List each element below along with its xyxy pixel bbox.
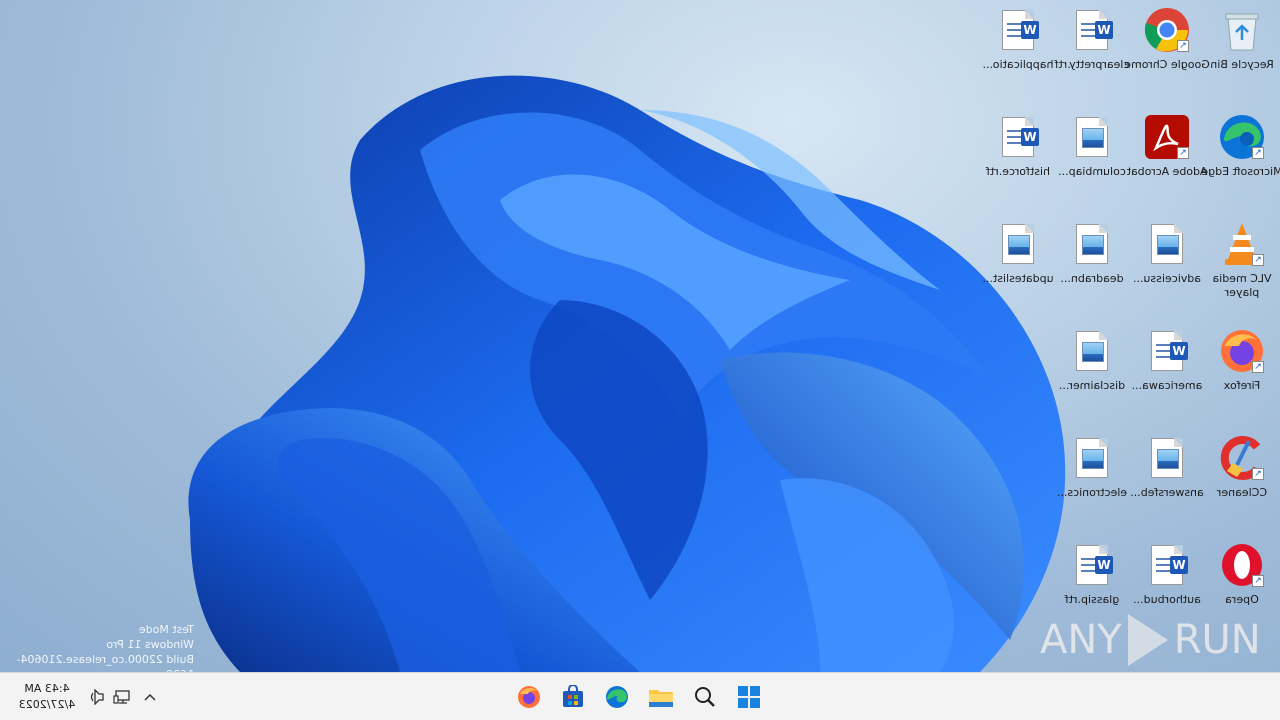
vlc-icon: ↗ bbox=[1218, 220, 1266, 268]
taskbar-firefox-button[interactable] bbox=[513, 681, 545, 713]
taskbar-file-explorer-button[interactable] bbox=[645, 681, 677, 713]
word-document-icon: W bbox=[1068, 6, 1116, 54]
word-document-icon: W bbox=[1068, 541, 1116, 589]
desktop-icon-label: disclaimer... bbox=[1058, 379, 1126, 392]
taskbar-start-button[interactable] bbox=[733, 681, 765, 713]
desktop-icon-file[interactable]: electronics... bbox=[1056, 434, 1128, 534]
acrobat-icon: ↗ bbox=[1143, 113, 1191, 161]
start-icon bbox=[738, 686, 760, 708]
anyrun-logo: ANY RUN bbox=[1040, 612, 1261, 668]
desktop-icon-vlc[interactable]: ↗ VLC media player bbox=[1206, 220, 1278, 320]
image-file-icon bbox=[1068, 434, 1116, 482]
image-file-icon bbox=[1068, 113, 1116, 161]
recycle-bin-icon bbox=[1218, 6, 1266, 54]
taskbar: 4:43 AM 4/27/2023 bbox=[0, 672, 1280, 720]
chrome-icon: ↗ bbox=[1143, 6, 1191, 54]
desktop-icon-label: updateslist... bbox=[982, 272, 1054, 285]
desktop-icon-file[interactable]: W happlicatio... bbox=[982, 6, 1054, 106]
volume-icon[interactable] bbox=[88, 687, 108, 707]
desktop-icon-label: happlicatio... bbox=[982, 58, 1054, 71]
desktop-icon-file[interactable]: adviceissu... bbox=[1131, 220, 1203, 320]
clock-date: 4/27/2023 bbox=[18, 698, 76, 711]
word-document-icon: W bbox=[994, 113, 1042, 161]
image-file-icon bbox=[1143, 220, 1191, 268]
chevron-up-icon[interactable] bbox=[140, 687, 160, 707]
desktop-icon-acrobat[interactable]: ↗ Adobe Acrobat bbox=[1127, 113, 1207, 213]
desktop-icon-recycle-bin[interactable]: Recycle Bin bbox=[1206, 6, 1278, 106]
word-document-icon: W bbox=[1143, 541, 1191, 589]
edge-icon: ↗ bbox=[1218, 113, 1266, 161]
desktop-icon-file[interactable]: deadrabn... bbox=[1056, 220, 1128, 320]
clock-time: 4:43 AM bbox=[24, 682, 70, 695]
taskbar-store-button[interactable] bbox=[557, 681, 589, 713]
image-file-icon bbox=[1143, 434, 1191, 482]
play-icon bbox=[1127, 614, 1168, 666]
firefox-icon bbox=[518, 686, 540, 708]
desktop-icon-file[interactable]: disclaimer... bbox=[1056, 327, 1128, 427]
word-document-icon: W bbox=[1143, 327, 1191, 375]
file-explorer-icon bbox=[649, 690, 673, 707]
ccleaner-icon: ↗ bbox=[1218, 434, 1266, 482]
desktop-icon-file[interactable]: W americawa... bbox=[1131, 327, 1203, 427]
taskbar-clock[interactable]: 4:43 AM 4/27/2023 bbox=[14, 681, 80, 713]
taskbar-search-button[interactable] bbox=[689, 681, 721, 713]
anyrun-logo-left: ANY bbox=[1040, 617, 1122, 663]
desktop-icon-file[interactable]: answersfeb... bbox=[1130, 434, 1204, 534]
desktop-icon-label: glassip.rtf bbox=[1064, 593, 1120, 606]
store-icon bbox=[563, 685, 583, 707]
desktop-icon-file[interactable]: updateslist... bbox=[982, 220, 1054, 320]
search-icon bbox=[695, 687, 715, 707]
desktop-icon-file[interactable]: columbiap... bbox=[1056, 113, 1128, 213]
watermark-line: Windows 11 Pro bbox=[106, 638, 194, 651]
watermark-line: Test Mode bbox=[138, 623, 194, 636]
image-file-icon bbox=[1068, 220, 1116, 268]
desktop-icon-chrome[interactable]: ↗ Google Chrome bbox=[1124, 6, 1210, 106]
image-file-icon bbox=[994, 220, 1042, 268]
word-document-icon: W bbox=[994, 6, 1042, 54]
network-icon[interactable] bbox=[112, 687, 132, 707]
taskbar-edge-button[interactable] bbox=[601, 681, 633, 713]
opera-icon: ↗ bbox=[1218, 541, 1266, 589]
desktop-icon-file[interactable]: W clearpretty.rtf bbox=[1055, 6, 1129, 106]
anyrun-logo-right: RUN bbox=[1173, 617, 1261, 663]
desktop-icon-ccleaner[interactable]: ↗ CCleaner bbox=[1206, 434, 1278, 534]
desktop-icon-label: histforce.rtf bbox=[986, 165, 1050, 178]
edge-icon bbox=[606, 686, 628, 708]
image-file-icon bbox=[1068, 327, 1116, 375]
desktop-icon-edge[interactable]: ↗ Microsoft Edge bbox=[1201, 113, 1280, 213]
firefox-icon: ↗ bbox=[1218, 327, 1266, 375]
desktop-icon-file[interactable]: W histforce.rtf bbox=[982, 113, 1054, 213]
desktop-icon-label: electronics... bbox=[1056, 486, 1128, 499]
desktop-icon-firefox[interactable]: ↗ Firefox bbox=[1206, 327, 1278, 427]
